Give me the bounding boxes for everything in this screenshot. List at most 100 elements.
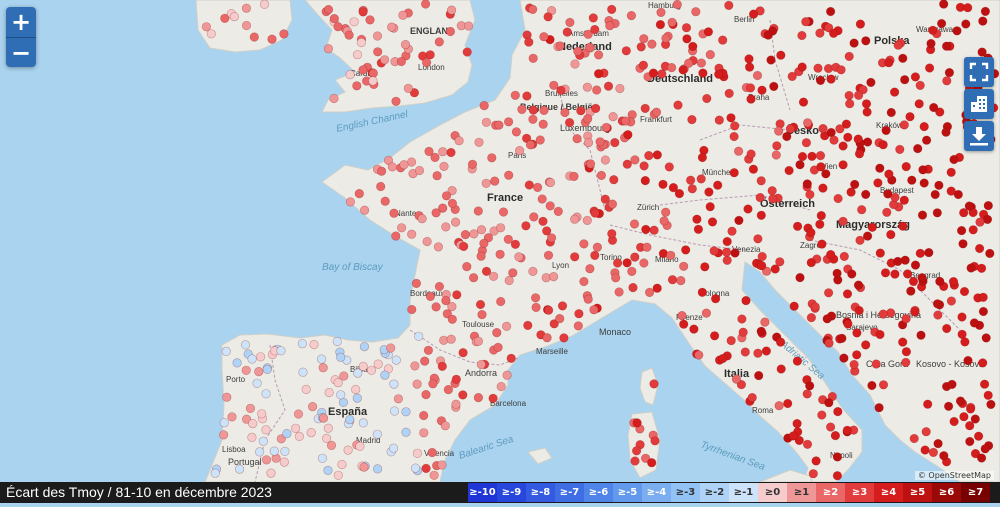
- station-marker[interactable]: [852, 350, 862, 360]
- station-marker[interactable]: [901, 162, 911, 172]
- station-marker[interactable]: [261, 455, 272, 465]
- station-marker[interactable]: [424, 146, 434, 156]
- station-marker[interactable]: [612, 258, 623, 268]
- station-marker[interactable]: [898, 337, 908, 347]
- station-marker[interactable]: [553, 206, 563, 216]
- station-marker[interactable]: [861, 99, 872, 109]
- station-marker[interactable]: [620, 116, 631, 126]
- station-marker[interactable]: [687, 114, 697, 125]
- station-marker[interactable]: [590, 250, 600, 260]
- station-marker[interactable]: [525, 140, 536, 150]
- station-marker[interactable]: [469, 273, 479, 283]
- station-marker[interactable]: [901, 357, 911, 368]
- station-marker[interactable]: [825, 6, 836, 17]
- station-marker[interactable]: [757, 261, 767, 271]
- station-marker[interactable]: [510, 90, 520, 100]
- station-marker[interactable]: [915, 80, 925, 90]
- station-marker[interactable]: [818, 183, 828, 193]
- station-marker[interactable]: [441, 222, 451, 232]
- station-marker[interactable]: [847, 269, 857, 279]
- station-marker[interactable]: [802, 179, 812, 189]
- station-marker[interactable]: [756, 210, 766, 220]
- station-marker[interactable]: [986, 399, 996, 410]
- station-marker[interactable]: [883, 189, 893, 199]
- station-marker[interactable]: [539, 105, 549, 115]
- station-marker[interactable]: [235, 464, 245, 474]
- station-marker[interactable]: [422, 236, 432, 247]
- station-marker[interactable]: [337, 459, 347, 470]
- station-marker[interactable]: [718, 35, 728, 45]
- station-marker[interactable]: [564, 117, 575, 128]
- station-marker[interactable]: [494, 120, 504, 130]
- station-marker[interactable]: [261, 389, 271, 399]
- station-marker[interactable]: [942, 76, 952, 86]
- station-marker[interactable]: [919, 121, 929, 132]
- station-marker[interactable]: [479, 100, 489, 111]
- station-marker[interactable]: [473, 393, 484, 403]
- station-marker[interactable]: [386, 343, 396, 353]
- station-marker[interactable]: [893, 256, 903, 267]
- station-marker[interactable]: [502, 370, 512, 380]
- station-marker[interactable]: [816, 211, 826, 221]
- station-marker[interactable]: [789, 301, 799, 311]
- station-marker[interactable]: [593, 69, 604, 79]
- station-marker[interactable]: [963, 356, 973, 366]
- station-marker[interactable]: [336, 352, 346, 362]
- station-marker[interactable]: [890, 269, 900, 279]
- station-marker[interactable]: [842, 425, 852, 435]
- station-marker[interactable]: [698, 68, 708, 78]
- station-marker[interactable]: [833, 407, 843, 417]
- station-marker[interactable]: [748, 164, 759, 174]
- station-marker[interactable]: [532, 182, 543, 192]
- station-marker[interactable]: [737, 314, 747, 324]
- station-marker[interactable]: [677, 311, 687, 321]
- station-marker[interactable]: [845, 99, 855, 109]
- station-marker[interactable]: [358, 7, 368, 17]
- station-marker[interactable]: [543, 12, 553, 22]
- station-marker[interactable]: [921, 427, 931, 437]
- station-marker[interactable]: [862, 107, 872, 117]
- station-marker[interactable]: [724, 0, 734, 11]
- station-marker[interactable]: [443, 385, 454, 395]
- station-marker[interactable]: [849, 38, 859, 48]
- station-marker[interactable]: [257, 409, 267, 419]
- station-marker[interactable]: [965, 436, 975, 447]
- station-marker[interactable]: [846, 187, 856, 197]
- station-marker[interactable]: [826, 74, 836, 84]
- station-marker[interactable]: [245, 403, 255, 414]
- station-marker[interactable]: [636, 42, 646, 52]
- station-marker[interactable]: [676, 276, 686, 286]
- station-marker[interactable]: [733, 146, 744, 156]
- station-marker[interactable]: [802, 118, 813, 128]
- station-marker[interactable]: [815, 219, 825, 229]
- station-marker[interactable]: [538, 119, 548, 129]
- station-marker[interactable]: [878, 309, 888, 319]
- station-marker[interactable]: [323, 465, 333, 476]
- station-marker[interactable]: [753, 234, 763, 244]
- station-marker[interactable]: [647, 458, 657, 468]
- station-marker[interactable]: [933, 439, 943, 449]
- station-marker[interactable]: [487, 153, 497, 163]
- station-marker[interactable]: [522, 91, 532, 101]
- station-marker[interactable]: [647, 39, 657, 49]
- station-marker[interactable]: [839, 251, 849, 261]
- station-marker[interactable]: [898, 221, 908, 231]
- station-marker[interactable]: [393, 394, 404, 404]
- station-marker[interactable]: [601, 122, 611, 133]
- station-marker[interactable]: [333, 378, 343, 388]
- station-marker[interactable]: [964, 201, 974, 211]
- station-marker[interactable]: [324, 387, 334, 398]
- station-marker[interactable]: [583, 138, 594, 148]
- station-marker[interactable]: [511, 127, 522, 137]
- station-marker[interactable]: [548, 272, 559, 282]
- station-marker[interactable]: [917, 210, 928, 220]
- station-marker[interactable]: [365, 15, 375, 25]
- station-marker[interactable]: [579, 276, 589, 287]
- station-marker[interactable]: [970, 414, 980, 424]
- station-marker[interactable]: [722, 236, 732, 247]
- station-marker[interactable]: [258, 436, 268, 446]
- station-marker[interactable]: [377, 166, 387, 176]
- station-marker[interactable]: [983, 201, 993, 211]
- station-marker[interactable]: [906, 286, 916, 296]
- station-marker[interactable]: [530, 293, 541, 303]
